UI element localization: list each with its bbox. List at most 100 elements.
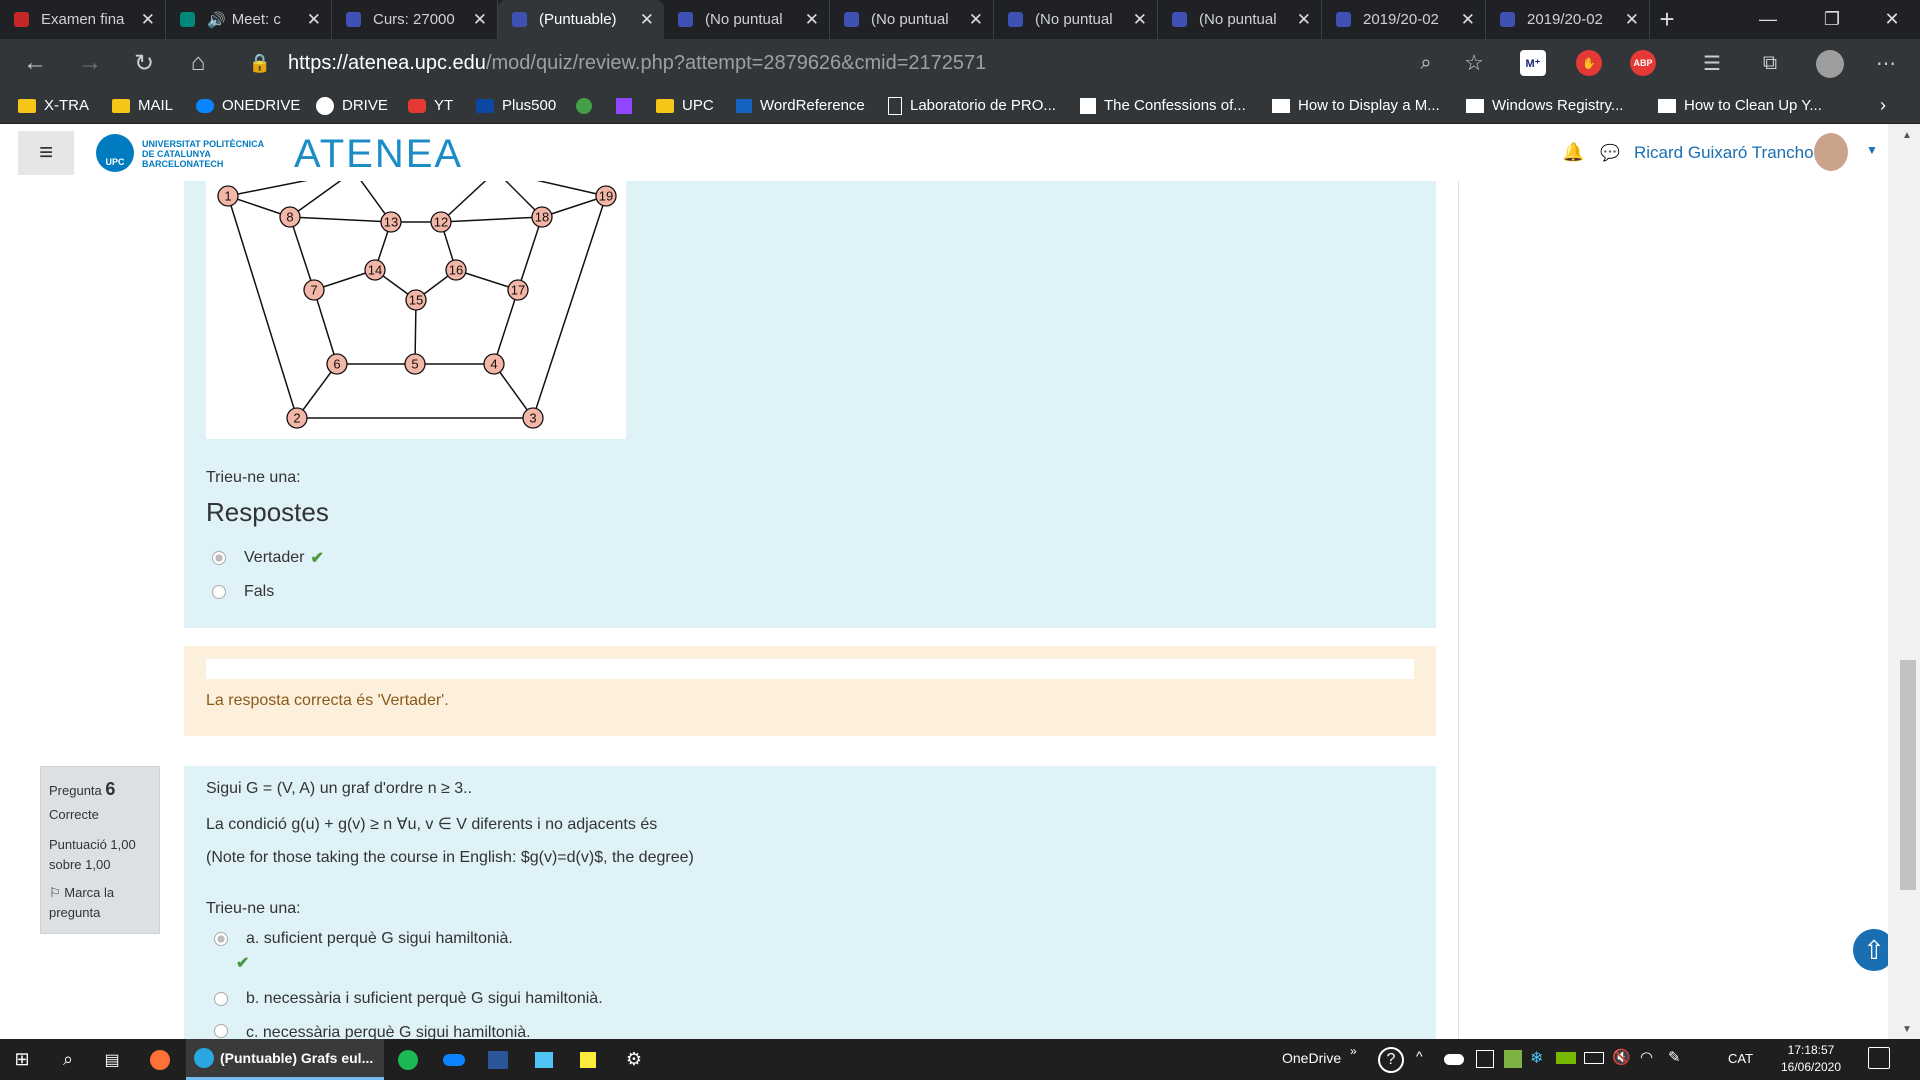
forward-icon[interactable]: → [68, 39, 112, 87]
app-icon[interactable] [522, 1039, 566, 1080]
tab-curs[interactable]: Curs: 27000 ✕ [332, 0, 498, 39]
search-icon[interactable]: ⌕ [46, 1039, 90, 1080]
bookmark-yt[interactable]: YT [408, 87, 453, 124]
new-tab-button[interactable]: + [1650, 0, 1684, 39]
help-icon[interactable]: ? [1378, 1047, 1404, 1073]
menu-toggle-button[interactable]: ≡ [18, 131, 74, 175]
tab-no-puntual-3[interactable]: (No puntual ✕ [994, 0, 1158, 39]
search-icon[interactable]: ⌕ [1404, 39, 1448, 87]
tray-gpu-icon[interactable] [1556, 1052, 1576, 1064]
radio-vertader[interactable] [212, 551, 226, 565]
volume-muted-icon[interactable]: 🔇 [1612, 1048, 1631, 1066]
bookmark-htg-1[interactable]: How to Display a M... [1272, 87, 1440, 124]
adblock-icon[interactable]: ABP [1630, 50, 1656, 76]
overflow-chevron-icon[interactable]: » [1350, 1044, 1357, 1058]
maximize-button[interactable]: ❐ [1804, 0, 1860, 39]
tab-no-puntual-2[interactable]: (No puntual ✕ [830, 0, 994, 39]
windows-start-icon[interactable]: ⊞ [0, 1039, 44, 1080]
settings-gear-icon[interactable]: ⚙ [612, 1039, 656, 1080]
bookmark-onedrive[interactable]: ONEDRIVE [196, 87, 300, 124]
back-icon[interactable]: ← [13, 39, 57, 87]
tab-no-puntual-1[interactable]: (No puntual ✕ [664, 0, 830, 39]
radio-a[interactable] [214, 932, 228, 946]
tab-puntuable[interactable]: (Puntuable) ✕ [498, 0, 664, 39]
wifi-icon[interactable]: ◠ [1640, 1048, 1653, 1066]
close-tab-icon[interactable]: ✕ [141, 10, 155, 30]
close-tab-icon[interactable]: ✕ [1461, 10, 1475, 30]
bookmark-confessions[interactable]: The Confessions of... [1080, 87, 1246, 124]
lock-icon[interactable]: 🔒 [238, 39, 282, 87]
reload-icon[interactable]: ↻ [122, 39, 166, 87]
tab-2019-1[interactable]: 2019/20-02 ✕ [1322, 0, 1486, 39]
bookmark-green[interactable] [576, 87, 600, 124]
close-tab-icon[interactable]: ✕ [473, 10, 487, 30]
sticky-notes-icon[interactable] [566, 1039, 610, 1080]
task-view-icon[interactable]: ▤ [90, 1039, 134, 1080]
upc-logo-text[interactable]: UNIVERSITAT POLITÈCNICA DE CATALUNYA BAR… [142, 139, 264, 169]
profile-icon[interactable] [1816, 50, 1844, 78]
language-indicator[interactable]: CAT [1728, 1051, 1753, 1066]
extension-icon[interactable]: M⁺ [1520, 50, 1546, 76]
radio-fals[interactable] [212, 585, 226, 599]
window-close-button[interactable]: ✕ [1864, 0, 1920, 39]
star-icon[interactable]: ☆ [1452, 39, 1496, 87]
tray-nvidia-icon[interactable] [1504, 1050, 1522, 1068]
onedrive-label[interactable]: OneDrive [1282, 1050, 1341, 1066]
page-scrollbar[interactable] [1888, 124, 1920, 1039]
bookmark-upc[interactable]: UPC [656, 87, 714, 124]
tab-examen[interactable]: Examen fina ✕ [0, 0, 166, 39]
bookmarks-overflow-icon[interactable]: › [1880, 87, 1886, 124]
address-bar[interactable]: https://atenea.upc.edu/mod/quiz/review.p… [288, 45, 1388, 81]
close-tab-icon[interactable]: ✕ [640, 10, 654, 30]
bookmark-htg-3[interactable]: How to Clean Up Y... [1658, 87, 1822, 124]
taskbar-edge-window[interactable]: (Puntuable) Grafs eul... [186, 1039, 384, 1080]
firefox-icon[interactable] [138, 1039, 182, 1080]
tray-expand-icon[interactable]: ^ [1416, 1048, 1423, 1064]
pen-icon[interactable]: ✎ [1668, 1048, 1681, 1066]
flag-question-link[interactable]: ⚐ Marca la pregunta [49, 883, 151, 923]
tab-meet[interactable]: 🔊 Meet: c ✕ [166, 0, 332, 39]
user-menu-chevron-down-icon[interactable]: ▼ [1866, 143, 1878, 157]
scrollbar-thumb[interactable] [1900, 660, 1916, 890]
word-icon[interactable] [476, 1039, 520, 1080]
bookmark-laboratorio[interactable]: Laboratorio de PRO... [888, 87, 1056, 124]
close-tab-icon[interactable]: ✕ [1133, 10, 1147, 30]
collections-icon[interactable]: ⧉ [1748, 39, 1792, 87]
chat-icon[interactable]: 💬 [1600, 143, 1620, 163]
more-menu-icon[interactable]: ⋯ [1864, 39, 1908, 87]
spotify-icon[interactable] [386, 1039, 430, 1080]
close-tab-icon[interactable]: ✕ [307, 10, 321, 30]
tab-2019-2[interactable]: 2019/20-02 ✕ [1486, 0, 1650, 39]
minimize-button[interactable]: — [1740, 0, 1796, 39]
tray-app-icon[interactable] [1476, 1050, 1494, 1068]
bookmark-htg-2[interactable]: Windows Registry... [1466, 87, 1623, 124]
clock[interactable]: 17:18:57 16/06/2020 [1776, 1042, 1846, 1076]
hand-extension-icon[interactable]: ✋ [1576, 50, 1602, 76]
radio-c[interactable] [214, 1024, 228, 1038]
bell-icon[interactable]: 🔔 [1562, 142, 1584, 163]
onedrive-icon[interactable] [432, 1039, 476, 1080]
tray-cloud-icon[interactable] [1444, 1054, 1464, 1065]
close-tab-icon[interactable]: ✕ [1625, 10, 1639, 30]
notifications-icon[interactable] [1868, 1047, 1890, 1069]
site-name[interactable]: ATENEA [294, 132, 463, 177]
radio-b[interactable] [214, 992, 228, 1006]
bookmark-xtra[interactable]: X-TRA [18, 87, 89, 124]
close-tab-icon[interactable]: ✕ [969, 10, 983, 30]
scroll-up-icon[interactable]: ▲ [1902, 130, 1912, 141]
bookmark-plus500[interactable]: Plus500 [476, 87, 556, 124]
bookmark-twitch[interactable] [616, 87, 640, 124]
bookmark-mail[interactable]: MAIL [112, 87, 173, 124]
close-tab-icon[interactable]: ✕ [805, 10, 819, 30]
favorites-icon[interactable]: ☰ [1690, 39, 1734, 87]
tab-no-puntual-4[interactable]: (No puntual ✕ [1158, 0, 1322, 39]
close-tab-icon[interactable]: ✕ [1297, 10, 1311, 30]
bookmark-drive[interactable]: DRIVE [316, 87, 388, 124]
bookmark-wordreference[interactable]: WordReference [736, 87, 865, 124]
tray-snowflake-icon[interactable]: ❄ [1530, 1048, 1543, 1068]
home-icon[interactable]: ⌂ [176, 39, 220, 87]
user-name[interactable]: Ricard Guixaró Trancho [1634, 143, 1814, 163]
scroll-down-icon[interactable]: ▼ [1902, 1024, 1912, 1035]
avatar[interactable] [1814, 133, 1848, 171]
battery-icon[interactable] [1584, 1052, 1604, 1064]
